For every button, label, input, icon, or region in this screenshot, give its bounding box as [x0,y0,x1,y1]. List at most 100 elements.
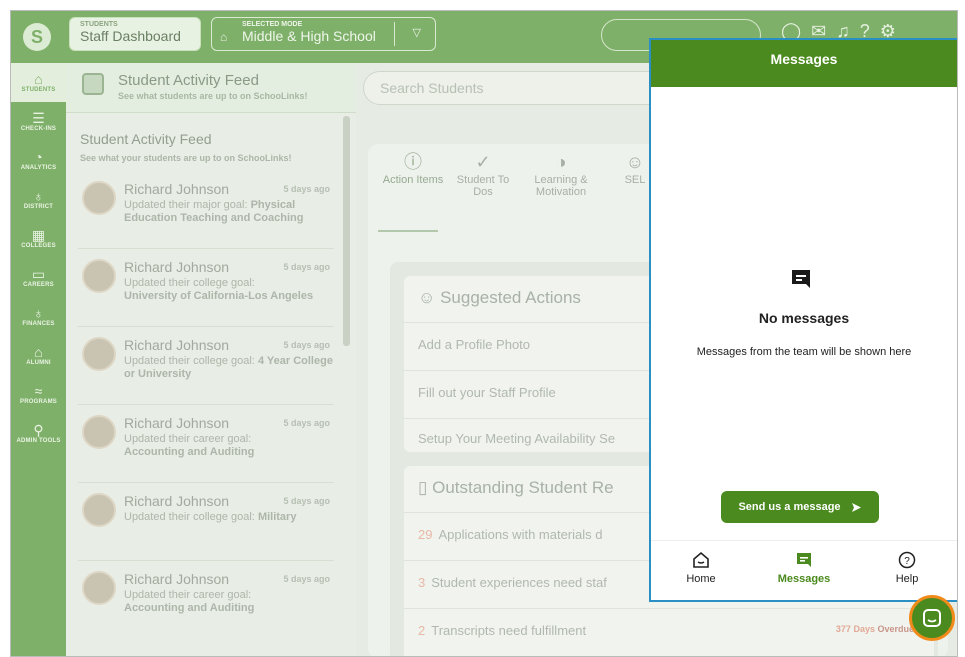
feed-header-subtitle: See what students are up to on SchooLink… [118,91,308,101]
nav-help[interactable]: ? Help [857,551,957,585]
avatar [82,259,116,293]
tab-label: Student To Dos [456,174,510,198]
no-messages-title: No messages [758,310,850,326]
messages-bottom-nav: Home Messages ? Help [651,540,957,600]
sidebar-item-colleges[interactable]: ▦ COLLEGES [11,219,66,258]
money-bag-icon: ♁ [33,305,44,321]
sidebar-item-programs[interactable]: ≈ PROGRAMS [11,375,66,414]
section-title: Staff Dashboard [80,28,181,44]
chat-icon [792,270,810,288]
timestamp: 5 days ago [283,340,330,350]
overdue-days: 377 Days [835,624,875,634]
nav-home[interactable]: Home [651,551,751,585]
activity-goal: Military [257,511,297,523]
row-count: 3 [418,575,426,590]
checkin-icon: ☰ [32,110,45,126]
sidebar-item-label: FINANCES [22,321,55,327]
timestamp: 5 days ago [283,418,330,428]
mode-value: Middle & High School [242,28,376,44]
activity-goal: University of California-Los Angeles [124,290,314,302]
tab-action-items[interactable]: ⓘ Action Items [378,152,448,186]
student-name: Richard Johnson [124,259,230,275]
mode-selector[interactable]: ⌂ SELECTED MODE Middle & High School ▽ [211,17,436,51]
activity-text: Updated their college goal: 4 Year Colle… [124,355,334,381]
tab-label: SEL [624,174,646,186]
section-title-text: Suggested Actions [440,288,581,307]
table-row[interactable]: 2 Transcripts need fulfillment 377 Days Ov… [404,608,934,656]
active-tab-indicator [378,230,438,232]
apple-icon: ♁ [33,188,44,204]
sidebar-item-district[interactable]: ♁ DISTRICT [11,180,66,219]
home-icon [693,551,709,568]
chevron-down-icon[interactable]: ▽ [413,26,421,39]
timestamp: 5 days ago [283,184,330,194]
pie-chart-icon: ◔ [34,149,43,165]
student-name: Richard Johnson [124,571,230,587]
sidebar-item-careers[interactable]: ▭ CAREERS [11,258,66,297]
activity-feed: Student Activity Feed See what your stud… [66,113,356,656]
timestamp: 5 days ago [283,574,330,584]
row-text: Fill out your Staff Profile [418,385,556,400]
messenger-launcher-button[interactable] [909,595,955,641]
sidebar-item-check-ins[interactable]: ☰ CHECK-INS [11,102,66,141]
sidebar-item-admin-tools[interactable]: ⚲ ADMIN TOOLS [11,414,66,453]
list-item[interactable]: Richard Johnson 5 days ago Updated their… [78,405,334,483]
overdue-label: Overdue [877,624,914,634]
tab-label: Action Items [382,174,444,186]
sidebar-item-analytics[interactable]: ◔ ANALYTICS [11,141,66,180]
activity-goal: Accounting and Auditing [124,602,255,614]
activity-feed-icon [82,73,104,95]
list-item[interactable]: Richard Johnson 5 days ago Updated their… [78,561,334,639]
home-icon: ⌂ [34,71,43,87]
dashboard-selector[interactable]: STUDENTS Staff Dashboard [69,17,201,51]
activity-text: Updated their career goal: Accounting and… [124,589,334,615]
activity-text: Updated their major goal: Physical Educa… [124,199,334,225]
send-arrow-icon [851,502,861,512]
activity-desc: Updated their major goal: [124,199,248,211]
feed-header: Student Activity Feed See what students … [66,63,356,113]
list-item[interactable]: Richard Johnson 5 days ago Updated their… [78,171,334,249]
list-item[interactable]: Richard Johnson 5 days ago Updated their… [78,249,334,327]
svg-text:?: ? [904,556,910,567]
section-small-label: STUDENTS [80,21,118,28]
nav-label: Help [895,573,919,585]
sidebar-item-label: CHECK-INS [20,126,57,132]
activity-desc: Updated their college goal: [124,277,255,289]
list-item[interactable]: Richard Johnson 5 days ago Updated their… [78,483,334,561]
college-icon: ▦ [31,227,46,243]
user-circle-icon: ☺ [418,288,436,307]
row-text: Add a Profile Photo [418,337,531,352]
nav-messages[interactable]: Messages [754,551,854,585]
search-placeholder: Search Students [380,80,484,96]
activity-goal: Accounting and Auditing [124,446,255,458]
messages-header: Messages [651,40,957,87]
feed-header-title: Student Activity Feed [118,72,259,89]
list-item[interactable]: Richard Johnson 5 days ago Updated their… [78,327,334,405]
sidebar-item-label: ADMIN TOOLS [16,438,61,444]
avatar [82,181,116,215]
timestamp: 5 days ago [283,262,330,272]
no-messages-subtitle: Messages from the team will be shown her… [696,346,912,358]
sidebar-item-finances[interactable]: ♁ FINANCES [11,297,66,336]
activity-desc: Updated their college goal: [124,511,255,523]
row-count: 29 [418,527,433,542]
tab-learning-motivation[interactable]: ◑ Learning & Motivation [526,153,596,198]
info-icon: ⓘ [404,152,422,172]
sidebar-item-alumni[interactable]: ⌂ ALUMNI [11,336,66,375]
send-message-button[interactable]: Send us a message [721,491,879,523]
app-window: S STUDENTS Staff Dashboard ⌂ SELECTED MO… [10,10,958,657]
check-circle-icon: ✓ [475,152,491,172]
schoolinks-logo-icon[interactable]: S [23,23,51,51]
outstanding-title: ▯ Outstanding Student Re [418,478,614,498]
activity-text: Updated their college goal: Military [124,511,334,524]
timestamp: 5 days ago [283,496,330,506]
programs-icon: ≈ [34,383,43,399]
feed-scrollbar[interactable] [343,116,350,346]
briefcase-icon: ▭ [31,266,46,282]
nav-label: Home [686,573,716,585]
sidebar-item-students[interactable]: ⌂ STUDENTS [11,63,66,102]
feed-title: Student Activity Feed [80,131,212,147]
tab-student-to-dos[interactable]: ✓ Student To Dos [448,152,518,198]
student-name: Richard Johnson [124,493,230,509]
student-name: Richard Johnson [124,415,230,431]
